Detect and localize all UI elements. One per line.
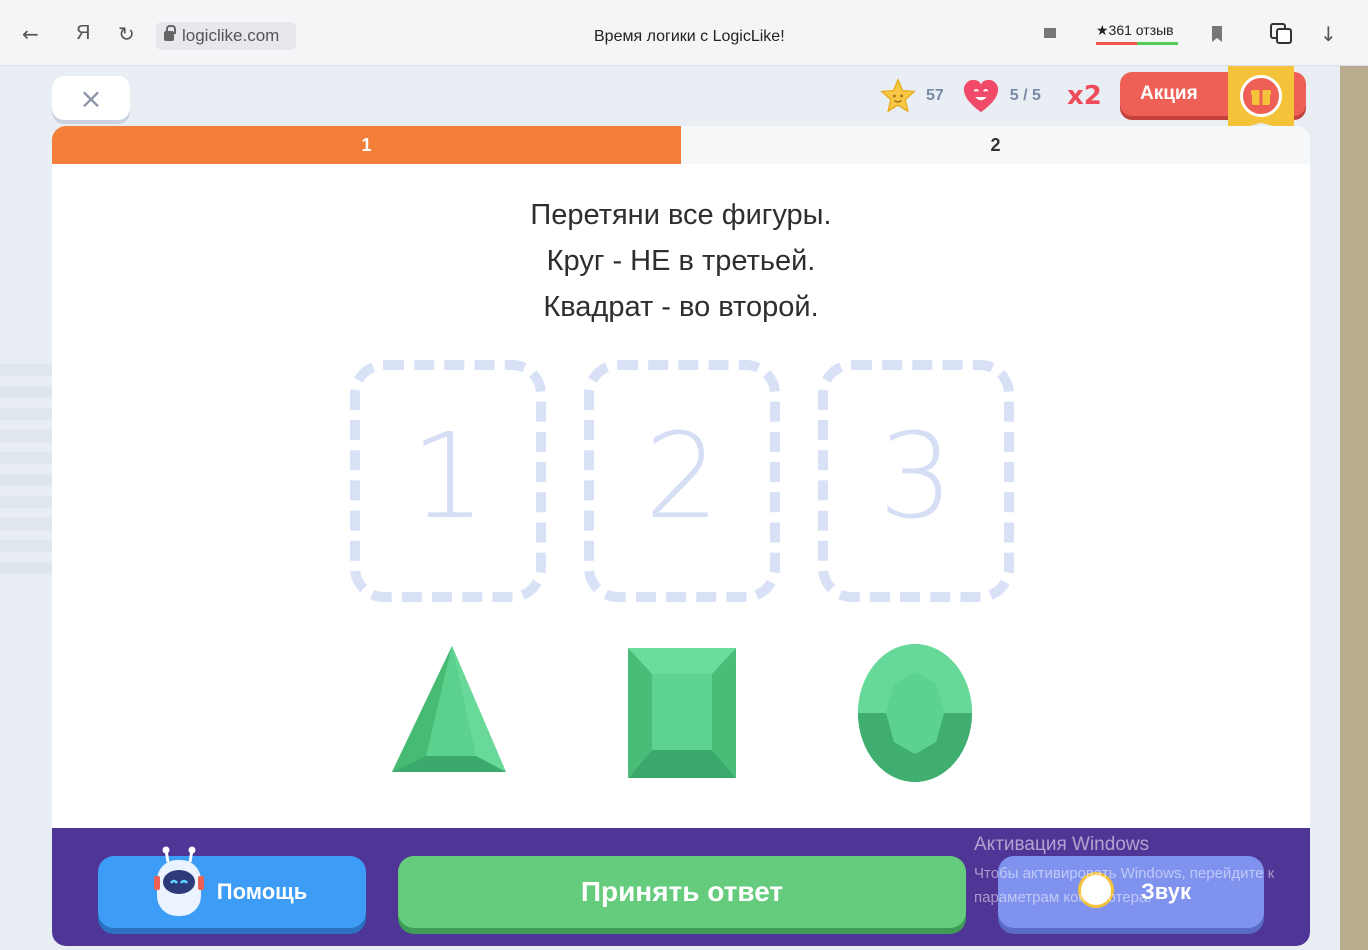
promo-label: Акция — [1140, 83, 1198, 104]
lock-icon — [164, 25, 176, 41]
help-label: Помощь — [216, 879, 308, 904]
background-edge — [1340, 66, 1368, 950]
back-arrow-icon[interactable]: ← — [22, 22, 39, 46]
gift-ribbon[interactable] — [1228, 66, 1294, 132]
chat-icon[interactable] — [1044, 28, 1056, 38]
yandex-logo-icon[interactable]: Я — [76, 22, 90, 45]
triangle-shape[interactable] — [390, 644, 508, 782]
activation-watermark-title: Активация Windows — [974, 834, 1150, 855]
tab-1[interactable]: 1 — [52, 126, 681, 164]
page-title: Время логики с LogicLike! — [594, 28, 785, 45]
reload-icon[interactable]: ↻ — [118, 22, 135, 46]
multiplier-badge: x2 — [1066, 81, 1102, 111]
url-text: logiclike.com — [182, 26, 280, 45]
stars-count: 57 — [926, 87, 944, 104]
robot-icon — [154, 846, 204, 916]
close-icon: × — [79, 81, 103, 115]
rating-bar — [1096, 42, 1178, 45]
drop-slot-3[interactable]: 3 — [818, 360, 1014, 602]
close-button[interactable]: × — [52, 76, 130, 120]
accept-answer-button[interactable]: Принять ответ — [398, 856, 966, 928]
task-line-1: Перетяни все фигуры. — [530, 199, 832, 231]
download-icon[interactable]: ↓ — [1320, 22, 1337, 46]
address-bar[interactable]: logiclike.com — [156, 22, 296, 50]
tab-2[interactable]: 2 — [681, 126, 1310, 164]
circle-shape[interactable] — [856, 642, 974, 784]
task-text: Перетяни все фигуры. Круг - НЕ в третьей… — [52, 192, 1310, 330]
bookmark-icon[interactable] — [1212, 26, 1222, 42]
lives-count: 5 / 5 — [1009, 87, 1041, 104]
progress-tabs: 1 2 — [52, 126, 1310, 164]
star-icon — [880, 78, 916, 113]
drop-slot-1[interactable]: 1 — [350, 360, 546, 602]
help-button[interactable]: Помощь — [98, 846, 366, 928]
task-card: 1 2 Перетяни все фигуры. Круг - НЕ в тре… — [52, 126, 1310, 840]
stats-bar: 57 5 / 5 x2 — [880, 74, 1102, 118]
activation-watermark-text: Чтобы активировать Windows, перейдите к … — [974, 865, 1275, 906]
reviews-badge[interactable]: ★361 отзыв — [1096, 22, 1174, 39]
heart-icon — [963, 79, 998, 113]
drop-slot-2[interactable]: 2 — [584, 360, 780, 602]
translate-icon[interactable] — [1268, 20, 1294, 46]
browser-toolbar: ← Я ↻ logiclike.com Время логики с Logic… — [0, 0, 1368, 66]
task-line-3: Квадрат - во второй. — [543, 291, 819, 323]
gift-icon — [1240, 75, 1282, 117]
square-shape[interactable] — [626, 646, 738, 780]
accept-label: Принять ответ — [580, 876, 784, 907]
task-line-2: Круг - НЕ в третьей. — [546, 245, 816, 277]
